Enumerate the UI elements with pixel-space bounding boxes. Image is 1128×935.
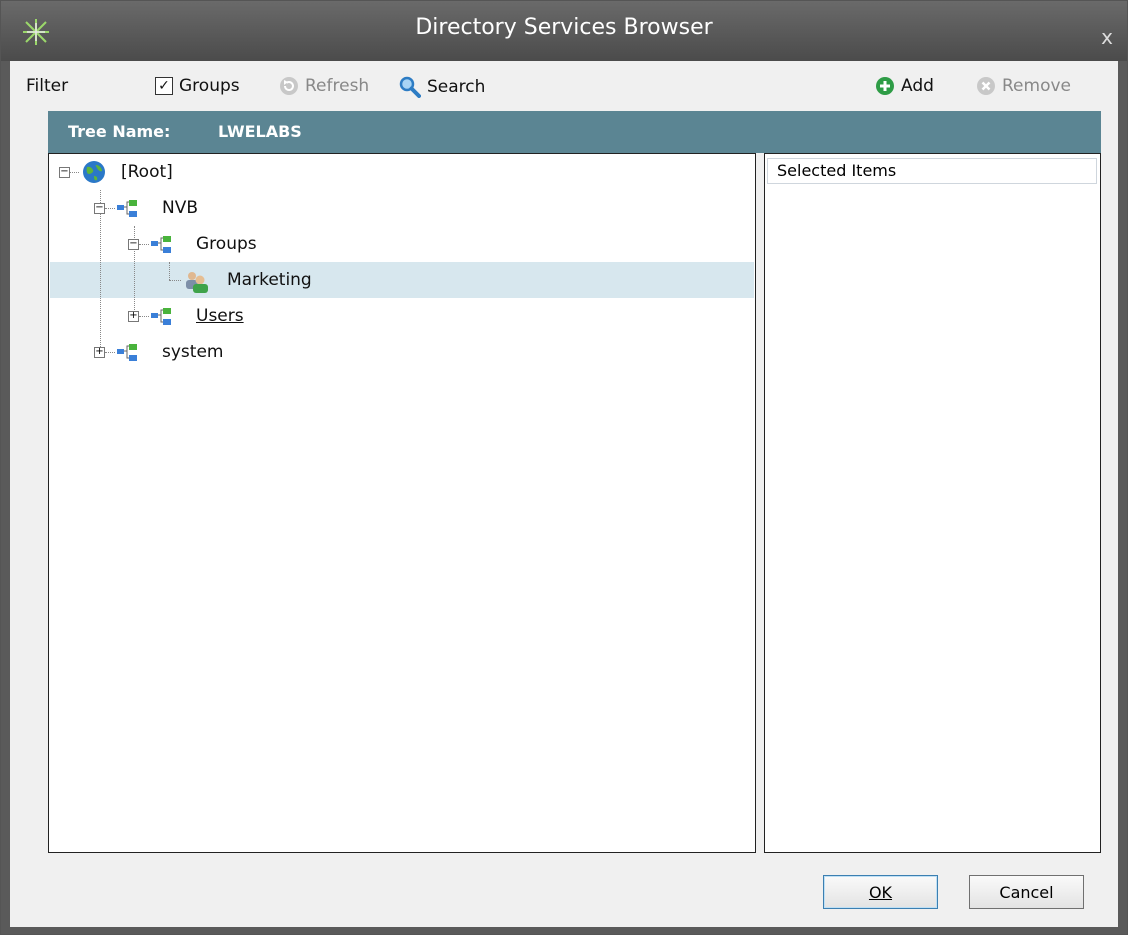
- tree-guide: [70, 172, 79, 173]
- tree-row-selected[interactable]: [50, 262, 754, 298]
- close-icon[interactable]: x: [1101, 25, 1113, 49]
- tree-guide: [169, 262, 170, 280]
- tree-name-header: Tree Name: LWELABS: [48, 111, 1101, 153]
- dialog-client: Filter ✓ Groups Refresh Search Add Remov…: [10, 61, 1118, 927]
- selected-items-header-label: Selected Items: [777, 161, 897, 180]
- org-unit-icon: [117, 200, 137, 217]
- groups-checkbox[interactable]: ✓ Groups: [155, 76, 240, 96]
- remove-icon: [977, 77, 995, 95]
- tree-name-label: Tree Name:: [68, 122, 171, 141]
- add-button[interactable]: Add: [875, 76, 934, 96]
- add-label: Add: [901, 76, 934, 96]
- selected-items-header[interactable]: Selected Items: [767, 158, 1097, 184]
- remove-button[interactable]: Remove: [976, 76, 1071, 96]
- refresh-label: Refresh: [305, 76, 370, 96]
- cancel-button[interactable]: Cancel: [969, 875, 1084, 909]
- directory-tree[interactable]: − [Root] − NVB − Groups Marketing + User…: [48, 153, 756, 853]
- tree-node-label: [Root]: [121, 162, 173, 182]
- collapse-icon[interactable]: −: [128, 239, 139, 250]
- ok-button[interactable]: OK: [823, 875, 938, 909]
- ok-label: OK: [868, 882, 893, 902]
- search-label: Search: [427, 77, 486, 97]
- checkbox-checked-icon[interactable]: ✓: [155, 77, 173, 95]
- tree-guide: [139, 316, 149, 317]
- selected-items-list[interactable]: Selected Items: [764, 153, 1101, 853]
- org-unit-icon: [117, 344, 137, 361]
- tree-node-label: Groups: [196, 234, 257, 254]
- collapse-icon[interactable]: −: [94, 203, 105, 214]
- tree-guide: [105, 208, 115, 209]
- org-unit-icon: [151, 236, 171, 253]
- title-bar[interactable]: Directory Services Browser x: [1, 1, 1127, 61]
- tree-guide: [105, 352, 115, 353]
- refresh-button[interactable]: Refresh: [279, 76, 369, 96]
- remove-label: Remove: [1002, 76, 1071, 96]
- expand-icon[interactable]: +: [128, 311, 139, 322]
- groups-label: Groups: [179, 76, 240, 96]
- cancel-label: Cancel: [999, 882, 1054, 902]
- filter-text: Filter: [26, 76, 69, 96]
- window-title: Directory Services Browser: [415, 15, 713, 40]
- tree-guide: [169, 280, 181, 281]
- tree-guide: [139, 244, 149, 245]
- refresh-icon: [280, 77, 298, 95]
- dialog-window: Directory Services Browser x Filter ✓ Gr…: [0, 0, 1128, 935]
- search-icon: [399, 76, 421, 98]
- tree-node-label: system: [162, 342, 224, 362]
- collapse-icon[interactable]: −: [59, 167, 70, 178]
- add-icon: [876, 77, 894, 95]
- tree-node-label: Marketing: [227, 270, 312, 290]
- tree-name-value: LWELABS: [218, 122, 302, 141]
- group-icon: [186, 272, 208, 293]
- search-button[interactable]: Search: [399, 76, 485, 98]
- tree-node-label: Users: [196, 306, 244, 326]
- filter-label: Filter: [26, 76, 68, 96]
- tree-guide: [100, 190, 101, 353]
- org-unit-icon: [151, 308, 171, 325]
- toolbar: Filter ✓ Groups Refresh Search Add Remov…: [10, 61, 1118, 111]
- expand-icon[interactable]: +: [94, 347, 105, 358]
- tree-node-label: NVB: [162, 198, 199, 218]
- globe-icon: [83, 161, 105, 183]
